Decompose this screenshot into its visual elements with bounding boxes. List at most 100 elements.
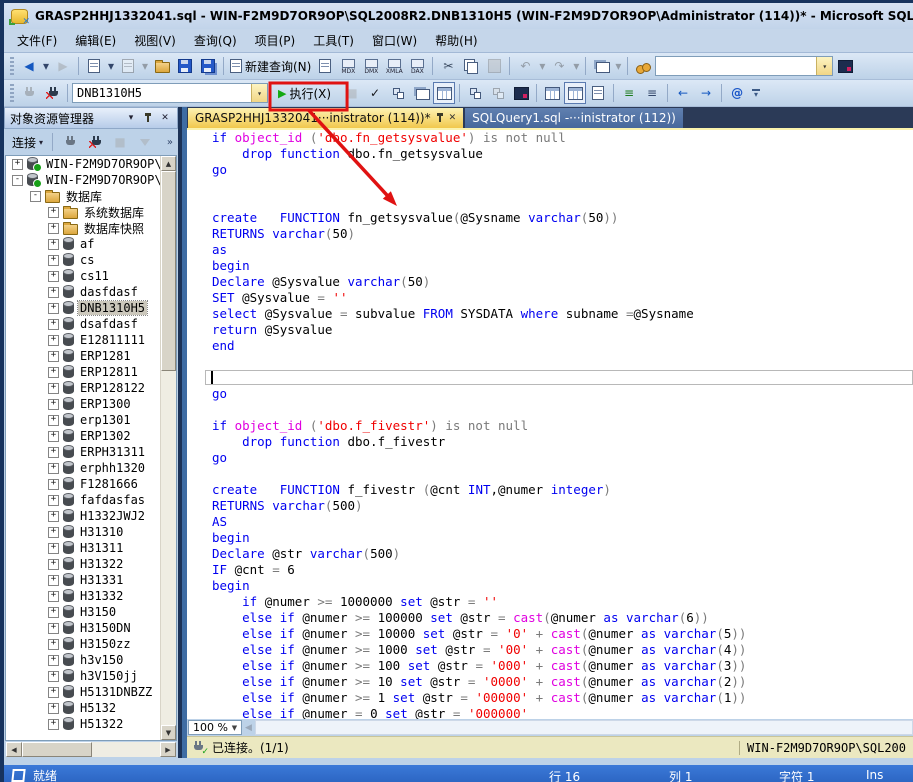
find-combo[interactable]: ▾: [655, 56, 833, 76]
tree-item-22[interactable]: +H1332JWJ2: [6, 508, 162, 524]
tree-horizontal-scrollbar[interactable]: ◀ ▶: [4, 741, 178, 758]
change-connection-icon[interactable]: [41, 82, 63, 104]
tree-expander[interactable]: +: [48, 239, 59, 250]
editor-zoom-select[interactable]: 100 % ▼: [188, 720, 242, 735]
query-window-icon[interactable]: [410, 82, 432, 104]
results-grid-icon[interactable]: [564, 82, 586, 104]
tree-expander[interactable]: +: [48, 271, 59, 282]
tree-item-9[interactable]: +DNB1310H5: [6, 300, 162, 316]
tree-expander[interactable]: -: [12, 175, 23, 186]
redo-dropdown[interactable]: ▾: [571, 55, 581, 77]
tree-item-14[interactable]: +ERP128122: [6, 380, 162, 396]
tree-item-2[interactable]: -数据库: [6, 188, 162, 204]
tree-item-27[interactable]: +H31332: [6, 588, 162, 604]
dax-query-icon[interactable]: DAX: [406, 55, 428, 77]
tab-0[interactable]: GRASP2HHJ1332041···inistrator (114))*✕: [188, 108, 463, 128]
add-item-dropdown[interactable]: ▾: [140, 55, 150, 77]
pin-icon[interactable]: [436, 113, 444, 123]
tree-item-0[interactable]: +WIN-F2M9D7OR9OP\S: [6, 156, 162, 172]
scrollbar-track[interactable]: [161, 371, 176, 725]
find-icon[interactable]: [632, 55, 654, 77]
tree-item-21[interactable]: +fafdasfas: [6, 492, 162, 508]
tree-expander[interactable]: +: [48, 303, 59, 314]
tree-item-11[interactable]: +E12811111: [6, 332, 162, 348]
oe-overflow-icon[interactable]: »: [167, 137, 173, 148]
tree-expander[interactable]: -: [30, 191, 41, 202]
new-project-icon[interactable]: [83, 55, 105, 77]
tree-expander[interactable]: +: [48, 703, 59, 714]
tree-item-5[interactable]: +af: [6, 236, 162, 252]
tree-item-13[interactable]: +ERP12811: [6, 364, 162, 380]
new-project-dropdown[interactable]: ▾: [106, 55, 116, 77]
results-pane-icon[interactable]: [433, 82, 455, 104]
tree-item-23[interactable]: +H31310: [6, 524, 162, 540]
tree-expander[interactable]: +: [48, 511, 59, 522]
specify-values-icon[interactable]: [464, 82, 486, 104]
tree-expander[interactable]: +: [48, 287, 59, 298]
tree-expander[interactable]: +: [48, 207, 59, 218]
database-combo[interactable]: DNB1310H5▾: [72, 83, 268, 103]
oe-disconnect-icon[interactable]: [84, 131, 106, 153]
tree-item-29[interactable]: +H3150DN: [6, 620, 162, 636]
activity-monitor-icon[interactable]: [834, 55, 856, 77]
tree-item-8[interactable]: +dasfdasf: [6, 284, 162, 300]
tree-expander[interactable]: +: [12, 159, 23, 170]
scrollbar-thumb[interactable]: [22, 742, 92, 757]
tree-expander[interactable]: +: [48, 591, 59, 602]
oe-filter-icon[interactable]: [134, 131, 156, 153]
chevron-down-icon[interactable]: ▾: [251, 84, 267, 102]
edit-template-icon[interactable]: [487, 82, 509, 104]
cut-icon[interactable]: ✂: [437, 55, 459, 77]
tree-item-18[interactable]: +ERPH31311: [6, 444, 162, 460]
tree-expander[interactable]: +: [48, 447, 59, 458]
toolbar-options-button[interactable]: ▾: [749, 89, 763, 98]
scroll-right-icon[interactable]: ▶: [160, 742, 176, 757]
tree-expander[interactable]: +: [48, 463, 59, 474]
tree-expander[interactable]: +: [48, 223, 59, 234]
design-query-icon[interactable]: [510, 82, 532, 104]
back-icon[interactable]: ◀: [18, 55, 40, 77]
menu-item-0[interactable]: 文件(F): [8, 29, 66, 52]
uncomment-icon[interactable]: ≡: [641, 82, 663, 104]
new-query-button[interactable]: 新建查询(N): [228, 55, 313, 77]
open-query-icon[interactable]: [314, 55, 336, 77]
tree-item-12[interactable]: +ERP1281: [6, 348, 162, 364]
tree-item-25[interactable]: +H31322: [6, 556, 162, 572]
tree-item-19[interactable]: +erphh1320: [6, 460, 162, 476]
tree-item-20[interactable]: +F1281666: [6, 476, 162, 492]
menu-item-2[interactable]: 视图(V): [125, 29, 185, 52]
scroll-up-icon[interactable]: ▲: [161, 156, 176, 171]
redo-icon[interactable]: ↷: [548, 55, 570, 77]
tree-expander[interactable]: +: [48, 543, 59, 554]
scroll-left-icon[interactable]: ◀: [6, 742, 22, 757]
tree-item-1[interactable]: -WIN-F2M9D7OR9OP\S: [6, 172, 162, 188]
chevron-down-icon[interactable]: ▾: [816, 57, 832, 75]
tree-expander[interactable]: +: [48, 607, 59, 618]
sql-code-editor[interactable]: if object_id ('dbo.fn_getsysvalue') is n…: [187, 130, 913, 719]
connect-button[interactable]: 连接 ▾: [9, 132, 46, 153]
menu-item-1[interactable]: 编辑(E): [66, 29, 125, 52]
tree-item-3[interactable]: +系统数据库: [6, 204, 162, 220]
results-text-icon[interactable]: [541, 82, 563, 104]
tree-expander[interactable]: +: [48, 623, 59, 634]
stop-icon[interactable]: ■: [341, 82, 363, 104]
tree-expander[interactable]: +: [48, 527, 59, 538]
results-file-icon[interactable]: [587, 82, 609, 104]
tab-1[interactable]: SQLQuery1.sql -···inistrator (112)): [465, 108, 683, 128]
scroll-left-icon[interactable]: ◀: [245, 723, 252, 733]
navigate-window-icon[interactable]: [590, 55, 612, 77]
tree-item-7[interactable]: +cs11: [6, 268, 162, 284]
undo-dropdown[interactable]: ▾: [537, 55, 547, 77]
tree-expander[interactable]: +: [48, 351, 59, 362]
tree-expander[interactable]: +: [48, 575, 59, 586]
menu-item-5[interactable]: 工具(T): [304, 29, 363, 52]
tree-expander[interactable]: +: [48, 559, 59, 570]
tree-expander[interactable]: +: [48, 431, 59, 442]
tree-item-26[interactable]: +H31331: [6, 572, 162, 588]
close-panel-icon[interactable]: ✕: [158, 110, 172, 126]
scroll-down-icon[interactable]: ▼: [161, 725, 176, 740]
tree-item-6[interactable]: +cs: [6, 252, 162, 268]
menu-item-7[interactable]: 帮助(H): [426, 29, 486, 52]
tree-item-32[interactable]: +h3V150jj: [6, 668, 162, 684]
tree-expander[interactable]: +: [48, 367, 59, 378]
